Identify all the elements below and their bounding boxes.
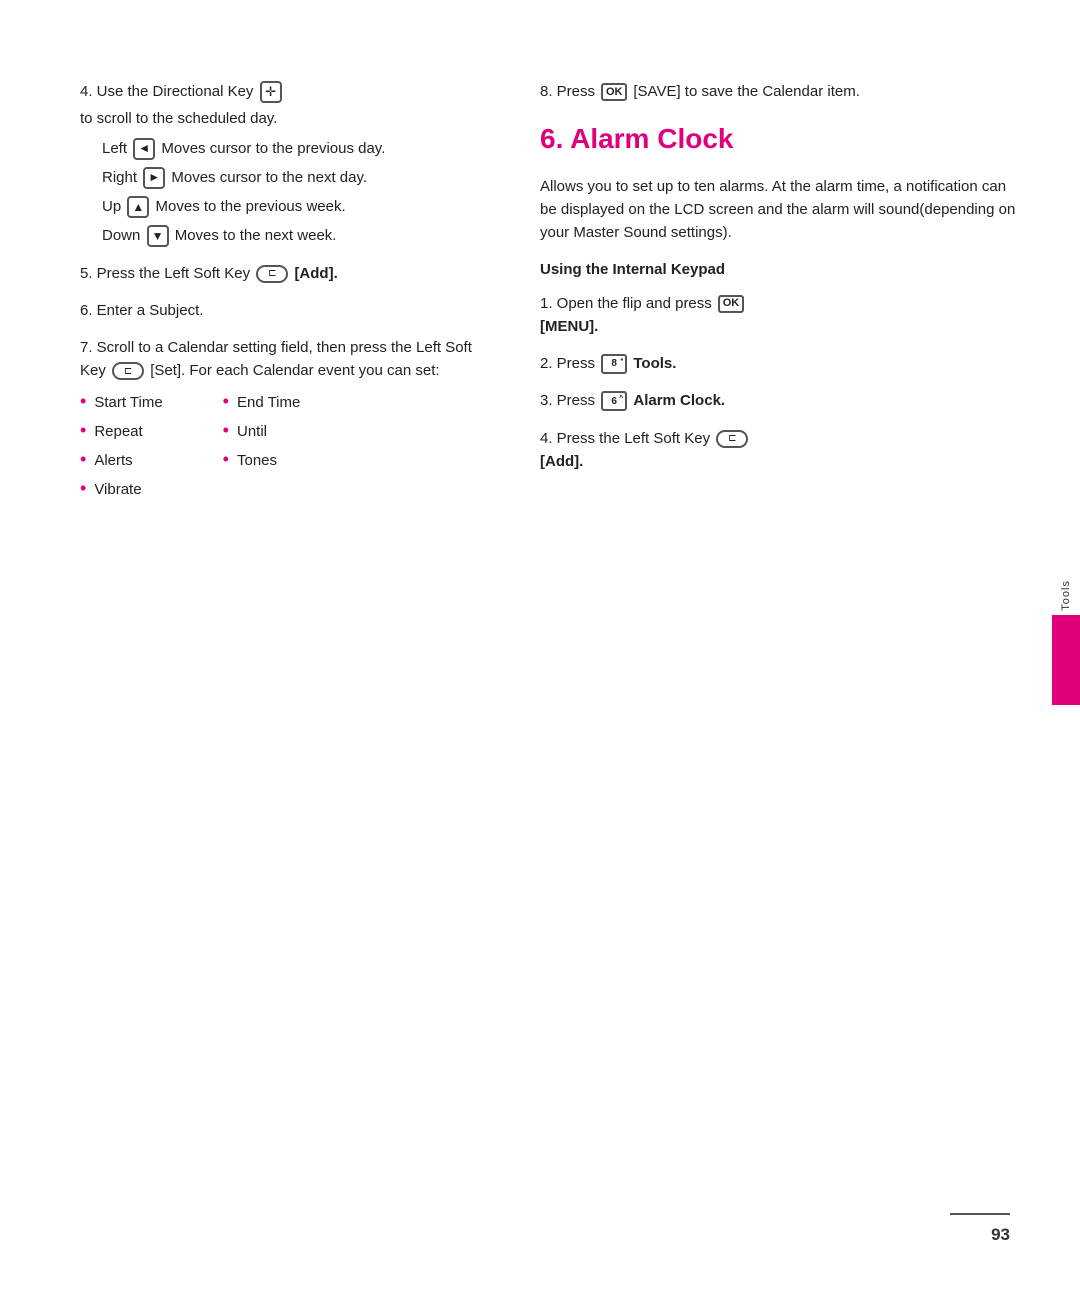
- bullet-col-right: • End Time • Until • Tones: [223, 391, 301, 508]
- item-6: 6. Enter a Subject.: [80, 299, 500, 322]
- bullet-dot: •: [80, 478, 86, 500]
- up-desc-part: Moves to the previous week.: [156, 198, 346, 215]
- bullet-alerts: • Alerts: [80, 449, 163, 472]
- down-key-icon: ▼: [147, 225, 169, 247]
- divider-line: [950, 1213, 1010, 1215]
- bullet-repeat: • Repeat: [80, 420, 163, 443]
- bullet-dot: •: [223, 449, 229, 471]
- softkey-left-icon: ⊏: [256, 265, 288, 283]
- bullet-dot: •: [80, 420, 86, 442]
- num-key-6-icon: 6^: [601, 391, 627, 411]
- step2-rest: Tools.: [633, 355, 676, 372]
- right-step-4: 4. Press the Left Soft Key ⊏ [Add].: [540, 427, 1020, 474]
- right-direction: Right ► Moves cursor to the next day.: [102, 166, 500, 189]
- down-label: Down: [102, 227, 140, 244]
- bullet-dot: •: [80, 391, 86, 413]
- up-direction: Up ▲ Moves to the previous week.: [102, 195, 500, 218]
- item4-heading: 4. Use the Directional Key: [80, 83, 253, 100]
- bullet-lists: • Start Time • Repeat • Alerts •: [80, 391, 500, 508]
- bullet-until: • Until: [223, 420, 301, 443]
- page-number: 93: [991, 1225, 1010, 1245]
- right-step-2: 2. Press 8* Tools.: [540, 352, 1020, 375]
- softkey-step4-icon: ⊏: [716, 430, 748, 448]
- right-desc-part: Moves cursor to the next day.: [171, 169, 367, 186]
- bullet-dot: •: [223, 391, 229, 413]
- sub-heading-keypad: Using the Internal Keypad: [540, 258, 1020, 281]
- left-label: Left: [102, 140, 127, 157]
- bullet-label: Repeat: [94, 420, 142, 443]
- down-direction: Down ▼ Moves to the next week.: [102, 224, 500, 247]
- section-title: 6. Alarm Clock: [540, 117, 1020, 160]
- tools-sidebar: Tools: [1052, 580, 1080, 705]
- item8-text: 8. Press: [540, 83, 595, 100]
- bullet-end-time: • End Time: [223, 391, 301, 414]
- section-desc-text: Allows you to set up to ten alarms. At t…: [540, 175, 1020, 245]
- dir-key-icon: ✛: [260, 81, 282, 103]
- item7-rest: [Set]. For each Calendar event you can s…: [150, 362, 439, 379]
- item4-sub: to scroll to the scheduled day.: [80, 107, 500, 130]
- tools-bar-pink: [1052, 615, 1080, 705]
- bullet-col-left: • Start Time • Repeat • Alerts •: [80, 391, 163, 508]
- left-column: 4. Use the Directional Key ✛ to scroll t…: [80, 80, 500, 522]
- up-label: Up: [102, 198, 121, 215]
- bullet-dot: •: [223, 420, 229, 442]
- ok-key-icon: OK: [601, 83, 627, 101]
- step1-rest: [MENU].: [540, 318, 598, 335]
- left-direction: Left ◄ Moves cursor to the previous day.: [102, 137, 500, 160]
- step4-add: [Add].: [540, 453, 583, 470]
- item-7: 7. Scroll to a Calendar setting field, t…: [80, 336, 500, 508]
- bullet-label: Until: [237, 420, 267, 443]
- item6-text: 6. Enter a Subject.: [80, 299, 500, 322]
- right-label: Right: [102, 169, 137, 186]
- step2-text: 2. Press: [540, 355, 595, 372]
- up-key-icon: ▲: [127, 196, 149, 218]
- num-key-8-icon: 8*: [601, 354, 627, 374]
- item5-text: 5. Press the Left Soft Key: [80, 265, 250, 282]
- bullet-start-time: • Start Time: [80, 391, 163, 414]
- right-step-1: 1. Open the flip and press OK [MENU].: [540, 292, 1020, 339]
- right-column: 8. Press OK [SAVE] to save the Calendar …: [540, 80, 1020, 522]
- tools-label: Tools: [1060, 580, 1072, 611]
- softkey-set-icon: ⊏: [112, 362, 144, 380]
- page: 4. Use the Directional Key ✛ to scroll t…: [0, 0, 1080, 1295]
- down-desc-part: Moves to the next week.: [175, 227, 337, 244]
- step3-text: 3. Press: [540, 392, 595, 409]
- bullet-label: Vibrate: [94, 478, 141, 501]
- item8-rest: [SAVE] to save the Calendar item.: [633, 83, 860, 100]
- right-step-3: 3. Press 6^ Alarm Clock.: [540, 389, 1020, 412]
- bullet-vibrate: • Vibrate: [80, 478, 163, 501]
- bullet-label: End Time: [237, 391, 300, 414]
- step4-text: 4. Press the Left Soft Key: [540, 430, 710, 447]
- bullet-dot: •: [80, 449, 86, 471]
- content-area: 4. Use the Directional Key ✛ to scroll t…: [80, 80, 1020, 522]
- bullet-tones: • Tones: [223, 449, 301, 472]
- left-key-icon: ◄: [133, 138, 155, 160]
- ok-key-icon-step1: OK: [718, 295, 744, 313]
- item-8: 8. Press OK [SAVE] to save the Calendar …: [540, 80, 1020, 103]
- right-key-icon: ►: [143, 167, 165, 189]
- item-4: 4. Use the Directional Key ✛ to scroll t…: [80, 80, 500, 248]
- item5-add: [Add].: [294, 265, 337, 282]
- bullet-label: Start Time: [94, 391, 162, 414]
- item-5: 5. Press the Left Soft Key ⊏ [Add].: [80, 262, 500, 285]
- section-description: Allows you to set up to ten alarms. At t…: [540, 175, 1020, 245]
- step3-rest: Alarm Clock.: [633, 392, 725, 409]
- bullet-label: Alerts: [94, 449, 132, 472]
- bullet-label: Tones: [237, 449, 277, 472]
- left-desc-part: Moves cursor to the previous day.: [161, 140, 385, 157]
- step1-text: 1. Open the flip and press: [540, 295, 712, 312]
